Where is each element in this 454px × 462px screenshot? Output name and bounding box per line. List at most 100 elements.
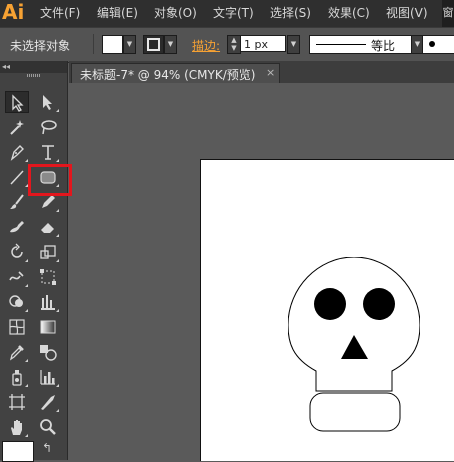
close-icon[interactable]: × <box>266 66 275 79</box>
mesh-tool[interactable] <box>5 316 29 338</box>
menu-edit[interactable]: 编辑(E) <box>97 4 138 22</box>
flyout-corner <box>56 309 59 312</box>
magic-wand-icon <box>10 120 24 135</box>
scale-icon <box>40 245 56 259</box>
stroke-weight-dropdown[interactable]: ▼ <box>287 35 300 54</box>
scale-tool[interactable] <box>36 241 60 263</box>
mesh-icon <box>9 319 25 335</box>
blend-icon <box>40 345 57 361</box>
menu-window[interactable]: 窗 <box>442 0 454 27</box>
symbol-sprayer-icon <box>12 370 22 386</box>
menu-object[interactable]: 对象(O) <box>154 4 197 22</box>
collapse-arrows-icon[interactable]: ◂◂ <box>2 61 10 72</box>
free-transform-tool[interactable] <box>36 266 60 288</box>
hand-icon <box>11 420 22 435</box>
tools-panel: ◂◂ <box>0 61 68 460</box>
fill-stroke-color-swatch[interactable] <box>2 441 34 462</box>
menu-bar: Ai 文件(F) 编辑(E) 对象(O) 文字(T) 选择(S) 效果(C) 视… <box>0 0 454 27</box>
shape-builder-icon <box>9 295 23 307</box>
panel-grip-icon[interactable] <box>27 74 41 77</box>
document-tab[interactable]: 未标题-7* @ 94% (CMYK/预览) × <box>71 63 280 83</box>
artboard-tool[interactable] <box>5 391 29 413</box>
stroke-dropdown-arrow[interactable]: ▼ <box>164 35 177 54</box>
stroke-weight-label[interactable]: 描边: <box>192 37 220 54</box>
flyout-corner <box>25 359 28 362</box>
symbol-sprayer-tool[interactable] <box>5 366 29 388</box>
left-eye <box>314 288 346 320</box>
menu-view[interactable]: 视图(V) <box>386 4 428 22</box>
type-tool[interactable] <box>36 141 60 163</box>
fill-color-swatch[interactable] <box>102 35 123 54</box>
selection-tool[interactable] <box>5 91 29 113</box>
flyout-corner <box>25 259 28 262</box>
zoom-tool[interactable] <box>36 416 60 438</box>
flyout-corner <box>56 234 59 237</box>
profile-line-preview <box>316 44 366 45</box>
swap-fill-stroke-icon[interactable]: ↰ <box>42 441 52 455</box>
gradient-tool[interactable] <box>36 316 60 338</box>
blend-tool[interactable] <box>36 341 60 363</box>
artboard-icon <box>9 394 25 410</box>
pen-nib-icon <box>10 145 24 161</box>
type-t-icon <box>42 145 54 160</box>
profile-label: 等比 <box>371 39 396 53</box>
tools-panel-header[interactable]: ◂◂ <box>0 61 67 73</box>
flyout-corner <box>25 309 28 312</box>
line-segment-icon <box>10 170 24 185</box>
graph-tool[interactable] <box>36 366 60 388</box>
control-bar: 未选择对象 ▼ ▼ 描边: ▲ ▼ 1 px ▼ 等比 ▼ <box>0 27 454 63</box>
flyout-corner <box>25 384 28 387</box>
eyedropper-icon <box>9 345 24 361</box>
right-eye <box>363 288 395 320</box>
slice-tool[interactable] <box>36 391 60 413</box>
column-graph-icon <box>40 370 55 385</box>
skull-head-shape <box>288 257 420 392</box>
warp-tool[interactable] <box>5 266 29 288</box>
jaw-rounded-rectangle <box>309 392 401 432</box>
paintbrush-icon <box>10 194 24 209</box>
column-graph-tool[interactable] <box>36 291 60 313</box>
selection-arrow-icon <box>12 94 24 112</box>
tool-highlight-box <box>28 164 72 196</box>
flyout-corner <box>56 409 59 412</box>
lasso-icon <box>41 120 57 135</box>
menu-file[interactable]: 文件(F) <box>40 4 80 22</box>
flyout-corner <box>25 284 28 287</box>
rotate-tool[interactable] <box>5 241 29 263</box>
pen-tool[interactable] <box>5 141 29 163</box>
blob-brush-tool[interactable] <box>5 216 29 238</box>
menu-effect[interactable]: 效果(C) <box>328 4 370 22</box>
divider <box>93 34 94 54</box>
stroke-weight-input[interactable]: 1 px <box>240 35 286 52</box>
stroke-weight-spinner[interactable]: ▲ ▼ <box>227 35 241 54</box>
blob-brush-icon <box>10 221 24 233</box>
stroke-color-swatch[interactable] <box>143 35 164 54</box>
eyedropper-tool[interactable] <box>5 341 29 363</box>
eraser-icon <box>41 223 54 233</box>
brush-definition[interactable] <box>422 35 454 54</box>
perspective-grid-icon <box>41 295 55 310</box>
document-tab-bar: 未标题-7* @ 94% (CMYK/预览) × <box>69 61 454 83</box>
line-segment-tool[interactable] <box>5 166 29 188</box>
fill-dropdown-arrow[interactable]: ▼ <box>123 35 136 54</box>
rotate-icon <box>11 243 23 258</box>
menu-select[interactable]: 选择(S) <box>270 4 311 22</box>
lasso-tool[interactable] <box>36 116 60 138</box>
warp-icon <box>9 271 24 281</box>
flyout-corner <box>56 159 59 162</box>
paintbrush-tool[interactable] <box>5 191 29 213</box>
magic-wand-tool[interactable] <box>5 116 29 138</box>
shape-builder-tool[interactable] <box>5 291 29 313</box>
direct-selection-tool[interactable] <box>36 91 60 113</box>
variable-width-profile[interactable]: 等比 <box>309 35 412 54</box>
eraser-tool[interactable] <box>36 216 60 238</box>
document-tab-title: 未标题-7* @ 94% (CMYK/预览) <box>80 68 256 82</box>
flyout-corner <box>56 259 59 262</box>
slice-knife-icon <box>41 395 55 410</box>
menu-type[interactable]: 文字(T) <box>213 4 254 22</box>
free-transform-icon <box>40 269 56 285</box>
flyout-corner <box>56 384 59 387</box>
flyout-corner <box>25 434 28 437</box>
skull-artwork[interactable] <box>288 257 420 437</box>
hand-tool[interactable] <box>5 416 29 438</box>
